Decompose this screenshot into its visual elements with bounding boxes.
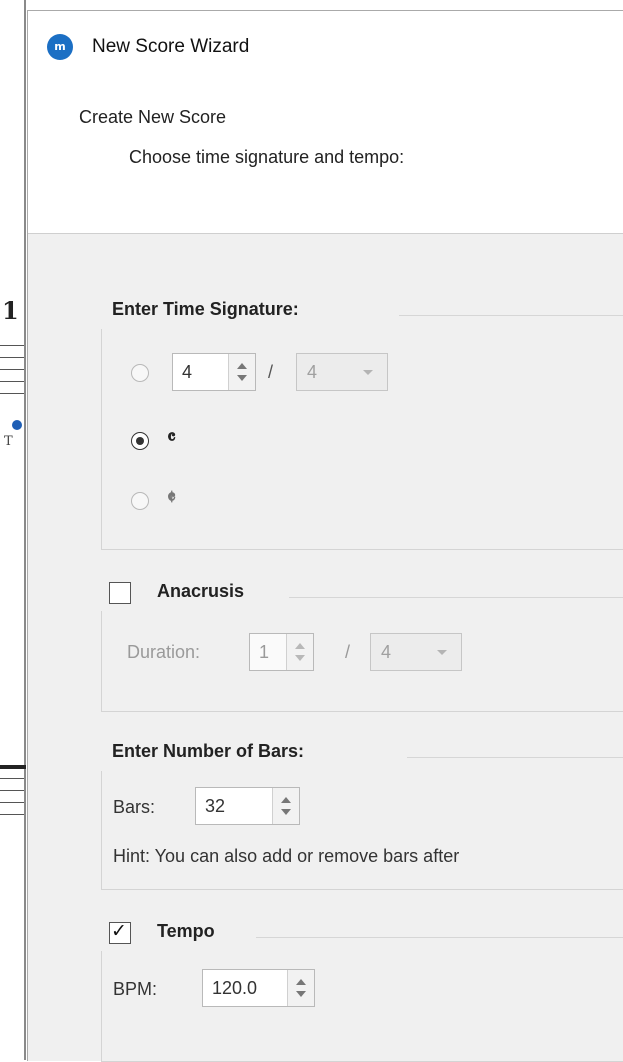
spin-arrows[interactable] bbox=[287, 970, 314, 1006]
time-signature-title: Enter Time Signature: bbox=[112, 299, 299, 319]
chevron-down-icon bbox=[363, 370, 373, 375]
anacrusis-numerator-spinbox[interactable]: 1 bbox=[249, 633, 314, 671]
checkmark-icon: ✓ bbox=[111, 920, 127, 942]
anacrusis-denominator-value: 4 bbox=[381, 642, 392, 662]
staff-line bbox=[0, 345, 24, 346]
cut-time-radio[interactable] bbox=[131, 492, 149, 510]
spin-up-icon[interactable] bbox=[281, 797, 291, 803]
staff-line bbox=[0, 357, 24, 358]
title-bar[interactable]: m New Score Wizard bbox=[28, 11, 623, 79]
common-time-symbol: 𝄴 bbox=[167, 425, 176, 449]
tempo-box: BPM: 120.0 bbox=[101, 951, 623, 1062]
staff-line bbox=[0, 369, 24, 370]
group-separator bbox=[407, 757, 623, 758]
bpm-label: BPM: bbox=[113, 979, 158, 999]
anacrusis-checkbox[interactable] bbox=[109, 582, 131, 604]
musescore-icon: m bbox=[47, 34, 73, 60]
staff-line bbox=[0, 381, 24, 382]
group-separator bbox=[289, 597, 623, 598]
wizard-header: Create New Score Choose time signature a… bbox=[28, 79, 623, 234]
anacrusis-numerator-value: 1 bbox=[259, 642, 270, 662]
numerator-spinbox[interactable]: 4 bbox=[172, 353, 256, 391]
bars-hint: Hint: You can also add or remove bars af… bbox=[113, 846, 460, 866]
staff-line bbox=[0, 778, 24, 779]
denominator-value: 4 bbox=[307, 362, 318, 382]
spin-up-icon[interactable] bbox=[296, 979, 306, 985]
bpm-spinbox[interactable]: 120.0 bbox=[202, 969, 315, 1007]
cut-time-symbol: 𝄵 bbox=[167, 485, 176, 509]
tempo-checkbox[interactable]: ✓ bbox=[109, 920, 131, 944]
denominator-combobox[interactable]: 4 bbox=[296, 353, 388, 391]
anacrusis-group: Anacrusis Duration: 1 / 4 bbox=[101, 581, 623, 712]
staff-bar bbox=[0, 765, 26, 769]
header-subtitle: Choose time signature and tempo: bbox=[129, 147, 405, 167]
spin-arrows[interactable] bbox=[286, 634, 313, 670]
background-score: 1 T bbox=[0, 0, 27, 1060]
time-signature-group: Enter Time Signature: 4 / 4 𝄴 𝄵 bbox=[101, 299, 623, 551]
spin-down-icon[interactable] bbox=[237, 375, 247, 381]
tempo-group: ✓ Tempo BPM: 120.0 bbox=[101, 920, 623, 1062]
staff-line bbox=[0, 393, 24, 394]
staff-line bbox=[0, 802, 24, 803]
numerator-value: 4 bbox=[182, 362, 193, 382]
measure-number: 1 bbox=[2, 296, 19, 325]
header-title: Create New Score bbox=[79, 107, 227, 127]
spin-arrows[interactable] bbox=[228, 354, 255, 390]
anacrusis-box: Duration: 1 / 4 bbox=[101, 611, 623, 712]
bars-box: Bars: 32 Hint: You can also add or remov… bbox=[101, 771, 623, 890]
anacrusis-denominator-combobox[interactable]: 4 bbox=[370, 633, 462, 671]
bars-label: Bars: bbox=[113, 797, 156, 817]
score-selection-marker bbox=[12, 420, 22, 430]
window-edge bbox=[24, 0, 26, 1060]
spin-up-icon[interactable] bbox=[237, 363, 247, 369]
group-separator bbox=[399, 315, 623, 316]
duration-label: Duration: bbox=[127, 642, 201, 662]
custom-time-radio[interactable] bbox=[131, 364, 149, 382]
staff-line bbox=[0, 814, 24, 815]
bpm-value: 120.0 bbox=[212, 978, 258, 998]
staff-line bbox=[0, 790, 24, 791]
spin-arrows[interactable] bbox=[272, 788, 299, 824]
anacrusis-label: Anacrusis bbox=[157, 581, 245, 601]
tempo-label: Tempo bbox=[157, 921, 215, 941]
spin-down-icon[interactable] bbox=[281, 809, 291, 815]
score-text-fragment: T bbox=[4, 434, 13, 449]
new-score-wizard-dialog: m New Score Wizard Create New Score Choo… bbox=[27, 10, 623, 1062]
bars-title: Enter Number of Bars: bbox=[112, 741, 305, 761]
time-signature-box: 4 / 4 𝄴 𝄵 bbox=[101, 329, 623, 550]
spin-down-icon[interactable] bbox=[296, 991, 306, 997]
spin-down-icon[interactable] bbox=[295, 655, 305, 661]
fraction-slash: / bbox=[268, 362, 274, 382]
fraction-slash: / bbox=[345, 642, 351, 662]
common-time-radio[interactable] bbox=[131, 432, 149, 450]
bars-group: Enter Number of Bars: Bars: 32 Hint: You… bbox=[101, 741, 623, 891]
window-title: New Score Wizard bbox=[92, 36, 250, 57]
bars-spinbox[interactable]: 32 bbox=[195, 787, 300, 825]
group-separator bbox=[256, 937, 623, 938]
bars-value: 32 bbox=[205, 796, 226, 816]
spin-up-icon[interactable] bbox=[295, 643, 305, 649]
chevron-down-icon bbox=[437, 650, 447, 655]
